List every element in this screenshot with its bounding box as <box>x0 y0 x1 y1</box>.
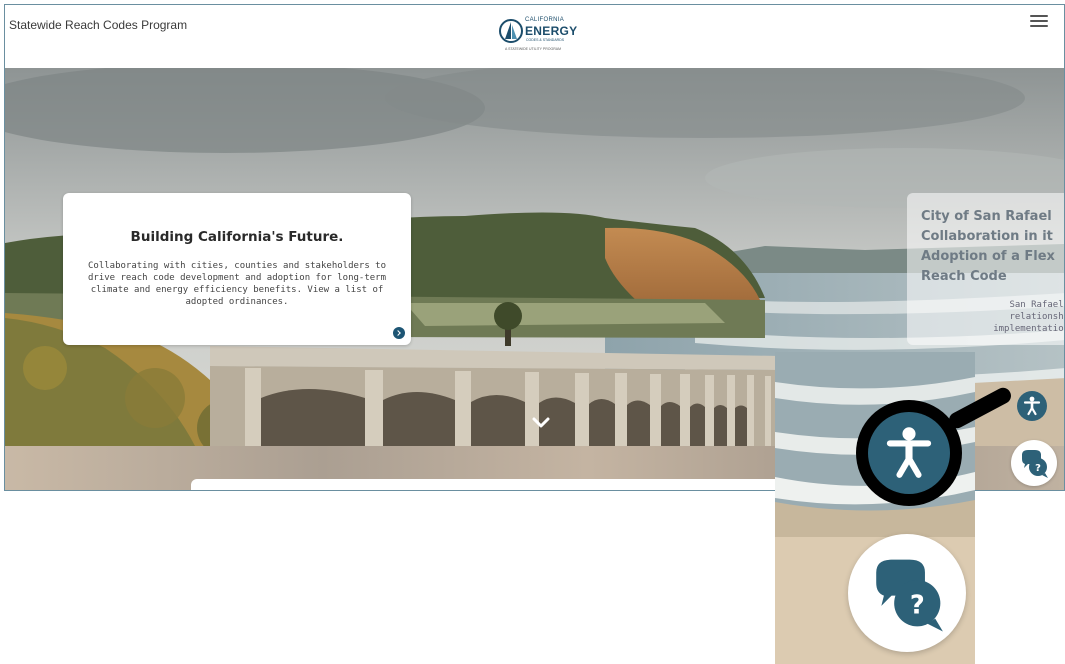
accessibility-person-icon <box>1023 396 1041 416</box>
site-name[interactable]: Statewide Reach Codes Program <box>9 18 187 32</box>
chevron-right-circle-icon[interactable] <box>393 327 405 339</box>
logo-text-main: ENERGY <box>525 24 578 38</box>
site-logo[interactable]: CALIFORNIA ENERGY CODES & STANDARDS A ST… <box>499 15 577 57</box>
help-button-magnified[interactable]: ? <box>848 534 966 652</box>
site-header: Statewide Reach Codes Program CALIFORNIA… <box>5 5 1064 68</box>
hero-card-title: Building California's Future. <box>130 229 344 245</box>
help-chat-bubbles-icon: ? <box>876 559 943 632</box>
chevron-down-icon[interactable] <box>532 413 550 431</box>
hamburger-icon[interactable] <box>1030 15 1048 29</box>
logo-sail-icon <box>499 19 523 43</box>
svg-text:?: ? <box>910 591 925 621</box>
hero-card[interactable]: Building California's Future. Collaborat… <box>63 193 411 345</box>
logo-text-top: CALIFORNIA <box>525 17 565 23</box>
hero-card-next-body: San Rafael combine relationships with im… <box>993 300 1065 334</box>
hero-card-body: Collaborating with cities, counties and … <box>87 261 386 307</box>
hero-card-next[interactable]: City of San Rafael Collaboration in it A… <box>907 193 1065 345</box>
help-button[interactable]: ? <box>1011 440 1057 486</box>
help-chat-bubbles-icon: ? <box>1022 450 1048 478</box>
logo-text-sub: CODES & STANDARDS <box>526 38 565 42</box>
logo-tagline: A STATEWIDE UTILITY PROGRAM <box>505 47 562 51</box>
svg-text:?: ? <box>1035 463 1041 474</box>
accessibility-person-icon <box>886 427 932 478</box>
accessibility-button[interactable] <box>1017 391 1047 421</box>
content-card-edge <box>191 479 791 490</box>
hero-card-next-title: City of San Rafael Collaboration in it A… <box>921 209 1055 284</box>
accessibility-button-magnified[interactable] <box>868 412 950 494</box>
